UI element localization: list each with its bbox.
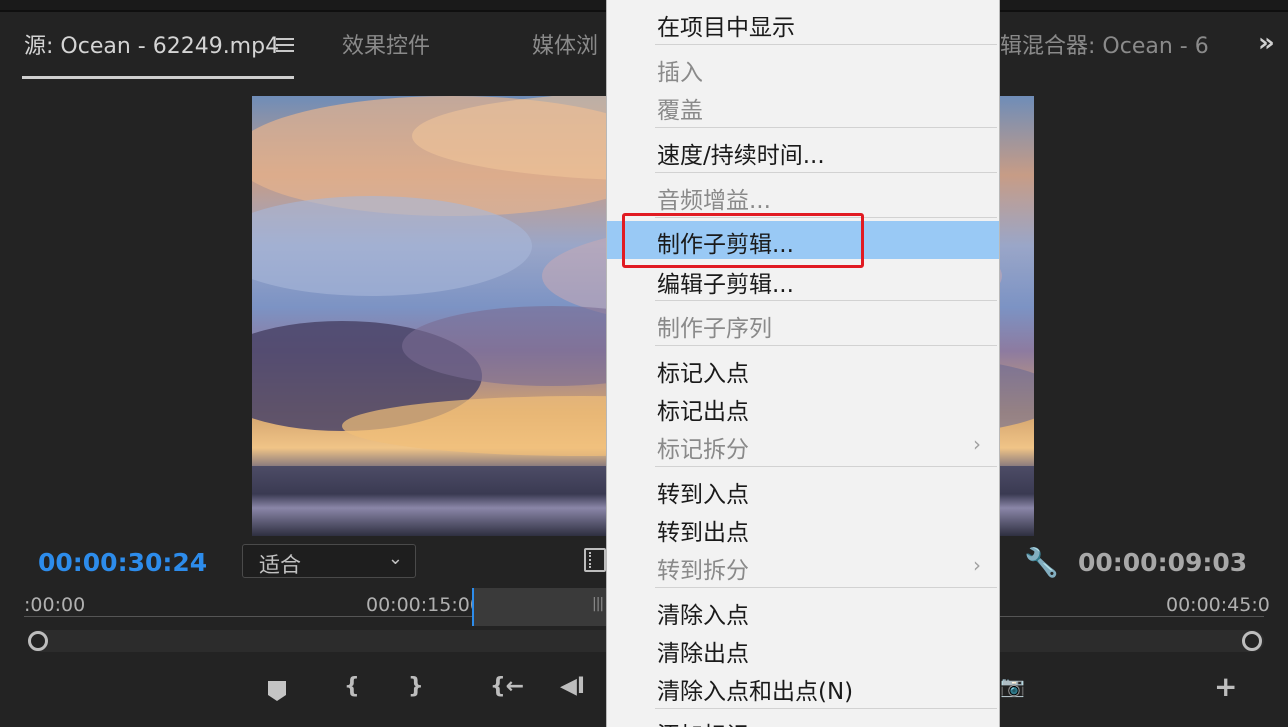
ruler-label: 00:00:45:0 (1166, 594, 1270, 616)
panel-menu-icon[interactable] (276, 38, 294, 52)
menu-separator (655, 345, 997, 346)
duration-timecode: 00:00:09:03 (1078, 548, 1248, 577)
zoom-level-dropdown[interactable]: 适合 ⌄ (242, 544, 416, 578)
menu-item-mark-split[interactable]: 标记拆分 › (607, 426, 999, 464)
menu-separator (655, 300, 997, 301)
scrollbar-right-handle[interactable] (1242, 631, 1262, 651)
add-marker-icon[interactable] (268, 681, 286, 701)
ruler-label: 00:00:15:00 (366, 594, 482, 616)
menu-item-make-subsequence[interactable]: 制作子序列 (607, 305, 999, 343)
menu-item-insert[interactable]: 插入 (607, 49, 999, 87)
drag-video-only-icon[interactable] (584, 548, 606, 572)
chevron-down-icon: ⌄ (387, 548, 403, 569)
tab-effect-controls[interactable]: 效果控件 (342, 28, 430, 60)
menu-separator (655, 217, 997, 218)
in-out-range[interactable] (474, 588, 614, 626)
mark-out-icon[interactable]: } (408, 674, 424, 699)
ruler-label: :00:00 (24, 594, 86, 616)
menu-item-go-to-out[interactable]: 转到出点 (607, 509, 999, 547)
step-back-icon[interactable]: ◀I (560, 674, 585, 699)
chevron-right-icon: › (973, 553, 981, 577)
menu-separator (655, 587, 997, 588)
menu-item-mark-out[interactable]: 标记出点 (607, 388, 999, 426)
tab-media-browser[interactable]: 媒体浏 (532, 28, 598, 60)
menu-item-clear-in[interactable]: 清除入点 (607, 592, 999, 630)
menu-separator (655, 44, 997, 45)
more-tabs-chevron-icon[interactable]: » (1258, 28, 1275, 58)
tab-audio-clip-mixer[interactable]: 辑混合器: Ocean - 6 (1000, 28, 1209, 60)
menu-item-reveal-in-project[interactable]: 在项目中显示 (607, 4, 999, 42)
menu-item-make-subclip[interactable]: 制作子剪辑... (607, 221, 999, 259)
camera-icon[interactable]: 📷 (1000, 674, 1025, 698)
menu-item-add-marker[interactable]: 添加标记 (607, 712, 999, 727)
menu-item-overwrite[interactable]: 覆盖 (607, 87, 999, 125)
menu-item-clear-out[interactable]: 清除出点 (607, 630, 999, 668)
menu-item-go-to-split[interactable]: 转到拆分 › (607, 547, 999, 585)
zoom-level-value: 适合 (259, 553, 301, 577)
menu-separator (655, 172, 997, 173)
go-to-in-icon[interactable]: {← (490, 674, 524, 699)
active-tab-underline (22, 76, 294, 79)
menu-item-audio-gain[interactable]: 音频增益... (607, 177, 999, 215)
menu-separator (655, 466, 997, 467)
add-button-icon[interactable]: + (1214, 670, 1237, 703)
menu-item-clear-in-and-out[interactable]: 清除入点和出点(N) (607, 668, 999, 706)
wrench-icon[interactable]: 🔧 (1024, 546, 1059, 579)
menu-separator (655, 708, 997, 709)
menu-item-speed-duration[interactable]: 速度/持续时间... (607, 132, 999, 170)
menu-item-mark-in[interactable]: 标记入点 (607, 350, 999, 388)
mark-in-icon[interactable]: { (344, 674, 360, 699)
playhead-timecode[interactable]: 00:00:30:24 (38, 548, 207, 577)
menu-separator (655, 127, 997, 128)
menu-item-go-to-in[interactable]: 转到入点 (607, 471, 999, 509)
tab-source[interactable]: 源: Ocean - 62249.mp4 (24, 28, 279, 60)
context-menu: 在项目中显示 插入 覆盖 速度/持续时间... 音频增益... 制作子剪辑...… (606, 0, 1000, 727)
menu-item-edit-subclip[interactable]: 编辑子剪辑... (607, 261, 999, 299)
chevron-right-icon: › (973, 432, 981, 456)
scrollbar-left-handle[interactable] (28, 631, 48, 651)
playhead[interactable] (472, 588, 474, 626)
